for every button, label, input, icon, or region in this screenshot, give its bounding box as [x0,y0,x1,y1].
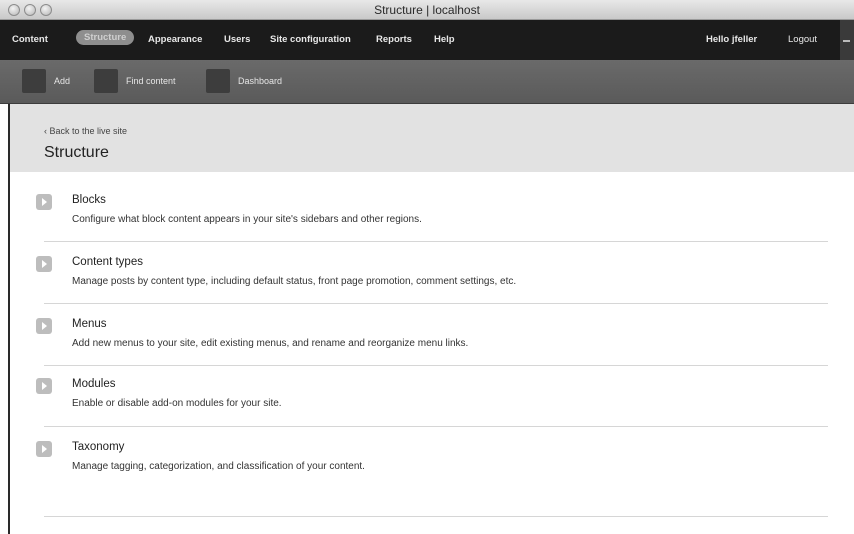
item-title-link[interactable]: Modules [72,378,115,390]
list-divider [44,516,828,517]
logout-link[interactable]: Logout [788,34,817,45]
list-divider [44,365,828,366]
chevron-right-icon [36,194,52,210]
admin-toolbar: Content Structure Appearance Users Site … [0,20,854,60]
shortcut-dashboard[interactable]: Dashboard [238,76,282,86]
page-title: Structure [44,144,109,161]
user-greeting-link[interactable]: Hello jfeller [706,34,757,45]
toolbar-item-appearance[interactable]: Appearance [148,34,202,45]
add-shortcut-icon[interactable] [22,69,46,93]
chevron-right-icon [36,378,52,394]
list-divider [44,241,828,242]
chevron-right-icon [36,256,52,272]
shortcut-add[interactable]: Add [54,76,70,86]
item-description: Manage tagging, categorization, and clas… [72,461,365,472]
back-to-live-site-link[interactable]: ‹ Back to the live site [44,126,127,136]
toolbar-item-users[interactable]: Users [224,34,250,45]
item-title-link[interactable]: Content types [72,256,143,268]
minus-icon [843,40,850,42]
item-description: Add new menus to your site, edit existin… [72,338,469,349]
item-description: Enable or disable add-on modules for you… [72,398,282,409]
chevron-right-icon [36,441,52,457]
item-description: Manage posts by content type, including … [72,276,517,287]
window-title-bar: Structure | localhost [0,0,854,20]
item-title-link[interactable]: Blocks [72,194,106,206]
chevron-right-icon [36,318,52,334]
shortcut-find-content[interactable]: Find content [126,76,176,86]
window-title: Structure | localhost [374,3,480,17]
toolbar-item-structure[interactable]: Structure [76,30,135,45]
dashboard-shortcut-icon[interactable] [206,69,230,93]
shortcut-bar: Add Find content Dashboard [0,60,854,104]
list-divider [44,426,828,427]
item-title-link[interactable]: Menus [72,318,107,330]
toolbar-item-content[interactable]: Content [12,34,48,45]
item-title-link[interactable]: Taxonomy [72,441,124,453]
toolbar-toggle[interactable] [840,20,854,60]
toolbar-item-site-configuration[interactable]: Site configuration [270,34,351,45]
find-content-shortcut-icon[interactable] [94,69,118,93]
item-description: Configure what block content appears in … [72,214,422,225]
list-divider [44,303,828,304]
toolbar-item-reports[interactable]: Reports [376,34,412,45]
page-header: ‹ Back to the live site Structure [10,104,854,172]
toolbar-item-help[interactable]: Help [434,34,455,45]
